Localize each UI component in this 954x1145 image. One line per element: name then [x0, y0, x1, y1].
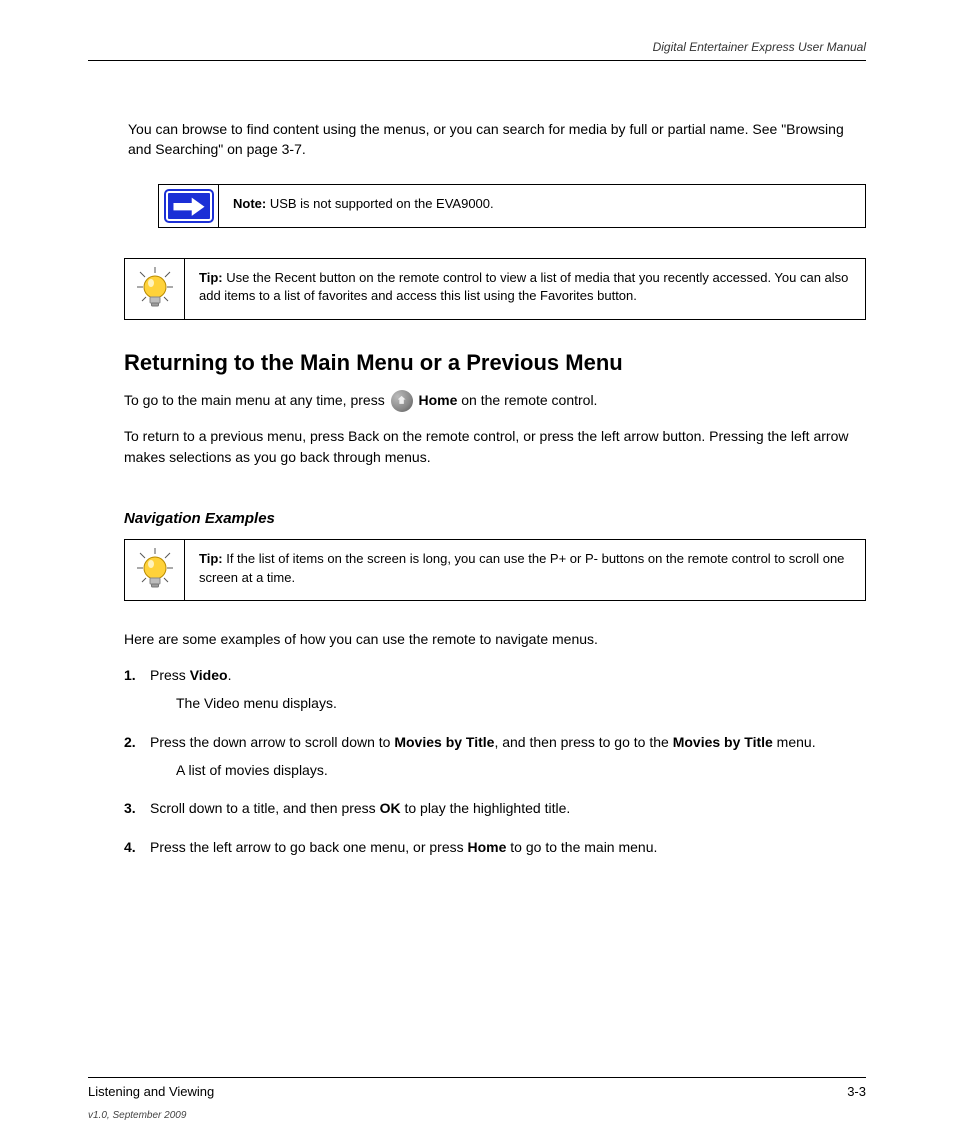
header-rule	[88, 60, 866, 61]
step-1: 1. Press Video. The Video menu displays.	[124, 664, 866, 715]
step-number: 2.	[124, 731, 150, 782]
note-text: USB is not supported on the EVA9000.	[266, 196, 493, 211]
tip2-lead: Tip:	[199, 551, 223, 566]
page-footer: Listening and Viewing 3-3	[88, 1077, 866, 1099]
tip-callout-1: Tip: Use the Recent button on the remote…	[124, 258, 866, 320]
tip2-text: If the list of items on the screen is lo…	[199, 551, 844, 585]
section-p1-c: on the remote control.	[461, 392, 597, 408]
step-number: 4.	[124, 836, 150, 858]
section-p1-b: Home	[418, 392, 457, 408]
footer-page-number: 3-3	[847, 1084, 866, 1099]
step-text: Press the down arrow to scroll down to M…	[150, 734, 816, 750]
note-arrow-icon	[159, 185, 219, 227]
steps-list: 1. Press Video. The Video menu displays.…	[124, 664, 866, 858]
step-2: 2. Press the down arrow to scroll down t…	[124, 731, 866, 782]
footer-section: Listening and Viewing	[88, 1084, 214, 1099]
note-callout: Note: USB is not supported on the EVA900…	[158, 184, 866, 228]
home-icon	[391, 390, 413, 412]
sub-heading: Navigation Examples	[124, 510, 866, 527]
section-heading: Returning to the Main Menu or a Previous…	[124, 350, 866, 376]
lightbulb-icon	[125, 540, 185, 600]
step-sub: The Video menu displays.	[176, 692, 337, 714]
tip2-body: Tip: If the list of items on the screen …	[185, 540, 865, 600]
note-lead: Note:	[233, 196, 266, 211]
tip1-text: Use the Recent button on the remote cont…	[199, 270, 848, 304]
step-text: Press Video.	[150, 667, 231, 683]
steps-intro: Here are some examples of how you can us…	[124, 629, 866, 650]
step-sub: A list of movies displays.	[176, 759, 816, 781]
step-3: 3. Scroll down to a title, and then pres…	[124, 797, 866, 819]
tip-callout-2: Tip: If the list of items on the screen …	[124, 539, 866, 601]
lightbulb-icon	[125, 259, 185, 319]
section-paragraph-2: To return to a previous menu, press Back…	[124, 426, 866, 468]
step-text: Press the left arrow to go back one menu…	[150, 839, 657, 855]
footer-rule	[88, 1077, 866, 1078]
header-doc-title: Digital Entertainer Express User Manual	[653, 40, 866, 54]
step-number: 3.	[124, 797, 150, 819]
section-p1-a: To go to the main menu at any time, pres…	[124, 392, 389, 408]
step-text: Scroll down to a title, and then press O…	[150, 800, 570, 816]
note-body: Note: USB is not supported on the EVA900…	[219, 185, 865, 227]
document-page: Digital Entertainer Express User Manual …	[0, 0, 954, 1145]
section-paragraph-1: To go to the main menu at any time, pres…	[124, 390, 866, 412]
tip1-lead: Tip:	[199, 270, 223, 285]
step-4: 4. Press the left arrow to go back one m…	[124, 836, 866, 858]
step-number: 1.	[124, 664, 150, 715]
intro-paragraph: You can browse to find content using the…	[128, 119, 866, 160]
tip1-body: Tip: Use the Recent button on the remote…	[185, 259, 865, 319]
footer-version: v1.0, September 2009	[88, 1110, 186, 1121]
